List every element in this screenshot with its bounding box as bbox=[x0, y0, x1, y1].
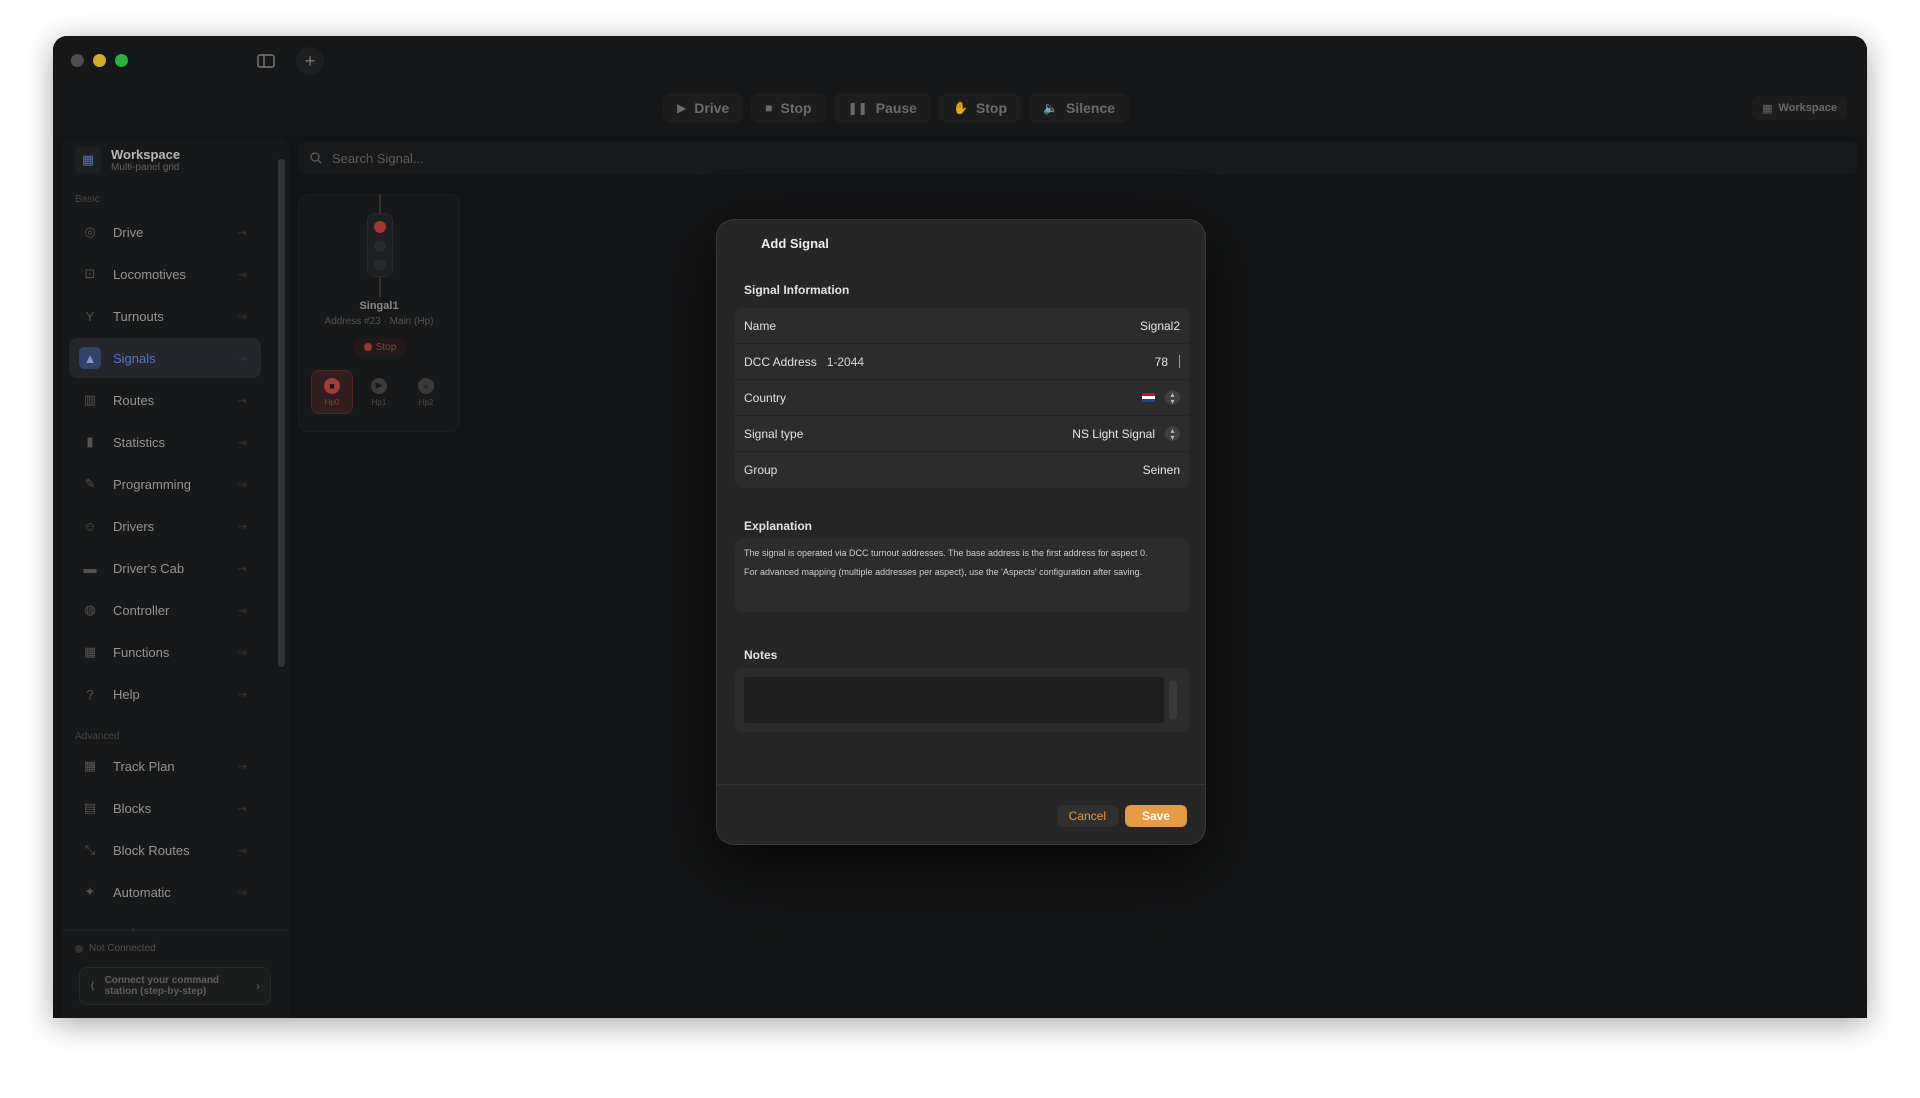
explanation-text: The signal is operated via DCC turnout a… bbox=[744, 548, 1148, 558]
country-label: Country bbox=[744, 390, 787, 405]
up-down-chevron-icon[interactable]: ▴ ▾ bbox=[1165, 426, 1180, 441]
section-explanation: Explanation bbox=[744, 519, 813, 533]
notes-container bbox=[735, 668, 1189, 732]
dcc-address-label: DCC Address bbox=[744, 354, 817, 369]
dialog-footer: Cancel Save bbox=[717, 784, 1205, 844]
dcc-address-range: 1-2044 bbox=[826, 354, 865, 369]
netherlands-flag-icon bbox=[1142, 393, 1155, 402]
section-signal-information: Signal Information bbox=[744, 283, 850, 297]
cancel-button[interactable]: Cancel bbox=[1056, 805, 1118, 827]
add-signal-dialog: Add Signal Signal Information Name Signa… bbox=[716, 219, 1206, 845]
name-field[interactable]: Signal2 bbox=[1140, 319, 1180, 333]
country-select[interactable]: ▴ ▾ bbox=[1142, 390, 1180, 405]
explanation-box: The signal is operated via DCC turnout a… bbox=[735, 538, 1189, 612]
signal-type-label: Signal type bbox=[744, 426, 804, 441]
signal-info-form: Name Signal2 DCC Address 1-2044 78 Count… bbox=[735, 308, 1189, 488]
country-row[interactable]: Country ▴ ▾ bbox=[735, 380, 1189, 416]
name-row[interactable]: Name Signal2 bbox=[735, 308, 1189, 344]
text-caret bbox=[1179, 355, 1180, 368]
dialog-title: Add Signal bbox=[761, 236, 829, 251]
notes-textarea[interactable] bbox=[744, 677, 1164, 723]
group-row[interactable]: Group Seinen bbox=[735, 452, 1189, 488]
group-label: Group bbox=[744, 463, 778, 477]
name-label: Name bbox=[744, 318, 777, 333]
save-button[interactable]: Save bbox=[1125, 805, 1187, 827]
dcc-address-row[interactable]: DCC Address 1-2044 78 bbox=[735, 344, 1189, 380]
dcc-address-field[interactable]: 78 bbox=[1155, 355, 1180, 369]
signal-type-row[interactable]: Signal type NS Light Signal ▴ ▾ bbox=[735, 416, 1189, 452]
up-down-chevron-icon[interactable]: ▴ ▾ bbox=[1165, 390, 1180, 405]
section-notes: Notes bbox=[744, 648, 778, 662]
notes-scrollbar[interactable] bbox=[1169, 680, 1177, 720]
signal-type-select[interactable]: NS Light Signal ▴ ▾ bbox=[1072, 426, 1180, 441]
explanation-text: For advanced mapping (multiple addresses… bbox=[744, 567, 1143, 577]
group-field[interactable]: Seinen bbox=[1143, 463, 1180, 477]
